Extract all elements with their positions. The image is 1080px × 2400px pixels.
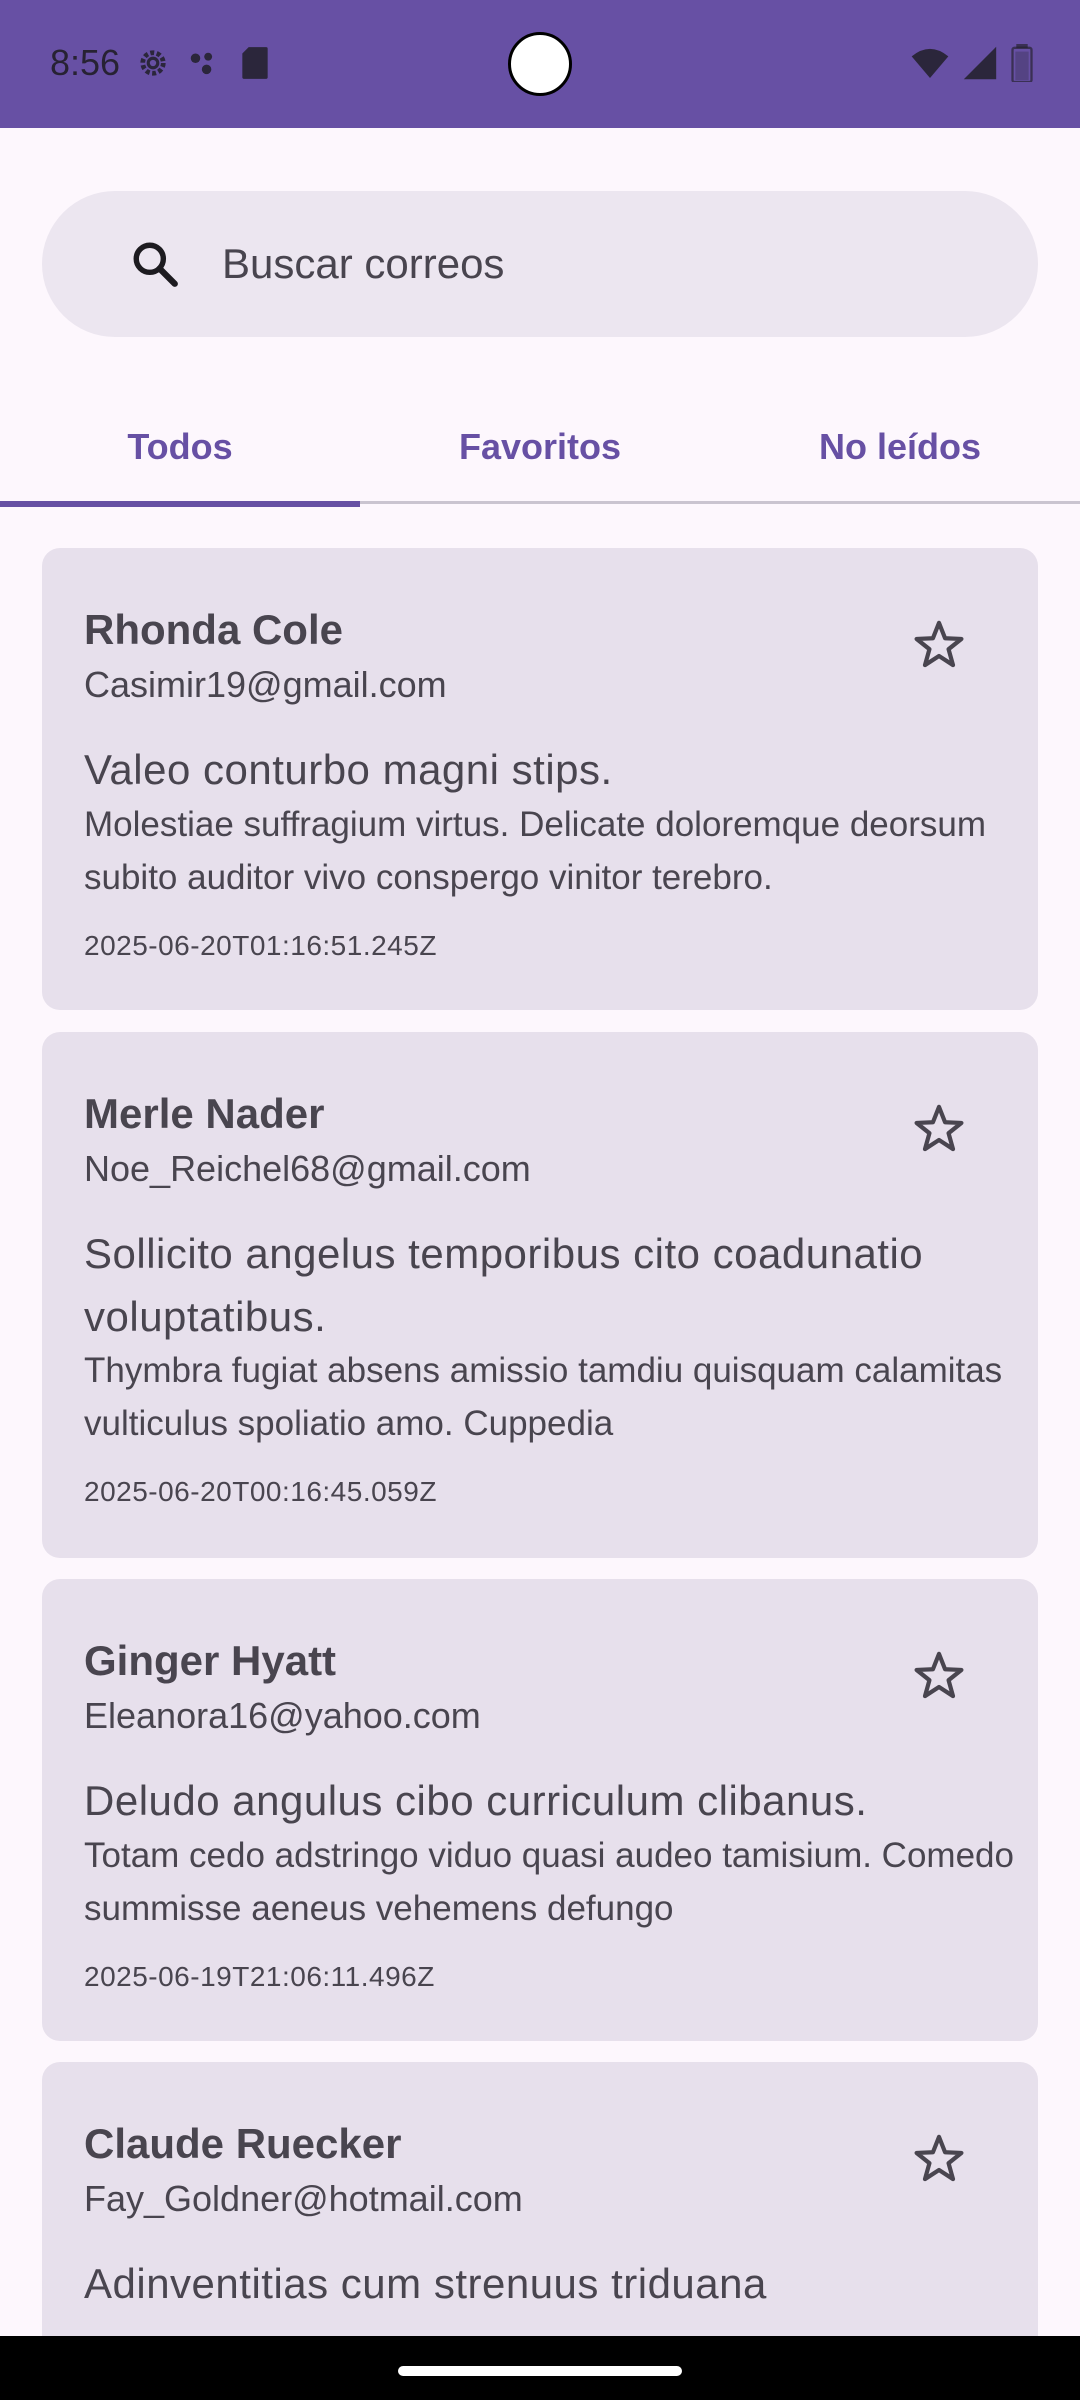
email-subject: Adinventitias cum strenuus triduana xyxy=(84,2260,767,2307)
status-icons-left xyxy=(134,44,272,82)
navigation-bar xyxy=(0,2336,1080,2400)
gear-icon xyxy=(140,50,166,76)
email-sender: Ginger Hyatt xyxy=(84,1637,337,1684)
tab-label: Favoritos xyxy=(458,426,622,467)
star-button[interactable] xyxy=(898,604,980,686)
search-icon[interactable] xyxy=(130,239,180,289)
star-button[interactable] xyxy=(898,1635,980,1717)
email-subject: Deludo angulus cibo curriculum clibanus. xyxy=(84,1777,868,1824)
email-sender: Rhonda Cole xyxy=(84,606,343,653)
email-address: Noe_Reichel68@gmail.com xyxy=(84,1148,531,1189)
star-outline-icon xyxy=(914,620,964,668)
star-button[interactable] xyxy=(898,2118,980,2200)
sd-card-icon xyxy=(242,47,268,79)
star-outline-icon xyxy=(914,1651,964,1699)
wifi-icon xyxy=(911,48,949,78)
tab-favoritos[interactable]: Favoritos xyxy=(360,390,720,504)
camera-cutout xyxy=(508,32,572,96)
email-preview: Totam cedo adstringo viduo quasi audeo t… xyxy=(84,1836,1014,1928)
tab-label: No leídos xyxy=(818,426,982,467)
tab-no-leidos[interactable]: No leídos xyxy=(720,390,1080,504)
email-card[interactable]: Merle Nader Noe_Reichel68@gmail.com Soll… xyxy=(42,1032,1038,1558)
email-subject: Sollicito angelus temporibus cito coadun… xyxy=(84,1230,924,1340)
email-sender: Claude Ruecker xyxy=(84,2120,402,2167)
status-bar: 8:56 xyxy=(0,0,1080,128)
email-address: Casimir19@gmail.com xyxy=(84,664,447,705)
tab-indicator xyxy=(0,501,360,507)
signal-icon xyxy=(963,46,997,80)
tab-label: Todos xyxy=(127,426,233,467)
email-preview: Molestiae suffragium virtus. Delicate do… xyxy=(84,805,986,897)
email-address: Fay_Goldner@hotmail.com xyxy=(84,2178,523,2219)
email-sender: Merle Nader xyxy=(84,1090,325,1137)
email-preview: Thymbra fugiat absens amissio tamdiu qui… xyxy=(84,1351,1003,1443)
star-button[interactable] xyxy=(898,1088,980,1170)
star-outline-icon xyxy=(914,1104,964,1152)
email-date: 2025-06-19T21:06:11.496Z xyxy=(84,1961,435,1992)
email-subject: Valeo conturbo magni stips. xyxy=(84,746,613,793)
dots-icon xyxy=(190,52,213,75)
email-date: 2025-06-20T00:16:45.059Z xyxy=(84,1476,437,1507)
status-icons-right xyxy=(910,44,1034,82)
search-input[interactable] xyxy=(222,237,982,291)
email-address: Eleanora16@yahoo.com xyxy=(84,1695,481,1736)
search-bar[interactable] xyxy=(42,191,1038,337)
status-time: 8:56 xyxy=(50,42,121,83)
email-card[interactable]: Ginger Hyatt Eleanora16@yahoo.com Deludo… xyxy=(42,1579,1038,2041)
star-outline-icon xyxy=(914,2134,964,2182)
email-card[interactable]: Rhonda Cole Casimir19@gmail.com Valeo co… xyxy=(42,548,1038,1010)
email-card[interactable]: Claude Ruecker Fay_Goldner@hotmail.com A… xyxy=(42,2062,1038,2382)
tab-todos[interactable]: Todos xyxy=(0,390,360,507)
tab-row: Todos Favoritos No leídos xyxy=(0,390,1080,507)
battery-icon xyxy=(1011,44,1033,82)
home-gesture-handle[interactable] xyxy=(398,2366,682,2376)
email-date: 2025-06-20T01:16:51.245Z xyxy=(84,930,437,961)
